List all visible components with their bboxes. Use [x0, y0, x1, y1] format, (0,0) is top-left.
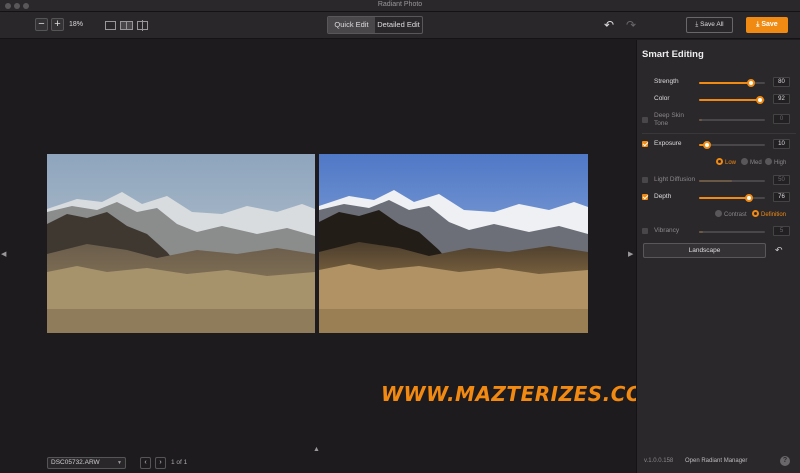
- title-bar: Radiant Photo: [0, 0, 800, 12]
- previous-image-button[interactable]: ‹: [140, 457, 151, 469]
- color-slider-handle[interactable]: [756, 96, 764, 104]
- exposure-label: Exposure: [654, 140, 682, 147]
- deep-skin-tone-slider[interactable]: [699, 119, 765, 121]
- app-window: Radiant Photo − + 18% Quick Edit Detaile…: [0, 0, 800, 473]
- depth-value[interactable]: 76: [773, 192, 790, 202]
- smart-editing-panel: Smart Editing Strength 80 Color 92 Deep …: [636, 40, 800, 473]
- depth-definition-radio[interactable]: Definition: [752, 210, 786, 219]
- open-radiant-manager-link[interactable]: Open Radiant Manager: [685, 458, 747, 464]
- image-pager: 1 of 1: [171, 459, 188, 466]
- exposure-slider-handle[interactable]: [703, 141, 711, 149]
- color-value[interactable]: 92: [773, 94, 790, 104]
- divider: [642, 133, 796, 134]
- version-text: v.1.0.0.158: [644, 458, 674, 464]
- exposure-value[interactable]: 10: [773, 139, 790, 149]
- vibrancy-slider[interactable]: [699, 231, 765, 233]
- zoom-level: 18%: [69, 21, 84, 28]
- edit-mode-switch: Quick Edit Detailed Edit: [327, 16, 423, 34]
- tab-quick-edit[interactable]: Quick Edit: [328, 17, 375, 33]
- preset-button[interactable]: Landscape: [643, 243, 766, 258]
- zoom-in-button[interactable]: +: [51, 18, 64, 31]
- strength-value[interactable]: 80: [773, 77, 790, 87]
- watermark-text: WWW.MAZTERIZES.COM: [381, 382, 664, 406]
- panel-title: Smart Editing: [642, 49, 704, 60]
- deep-skin-tone-checkbox[interactable]: [642, 117, 648, 123]
- next-image-button[interactable]: ›: [155, 457, 166, 469]
- save-all-button[interactable]: ⤓ Save All: [686, 17, 733, 33]
- color-label: Color: [654, 95, 670, 102]
- redo-icon[interactable]: ↷: [626, 18, 636, 32]
- exposure-slider[interactable]: [699, 141, 765, 149]
- after-image: [319, 154, 588, 333]
- tab-detailed-edit[interactable]: Detailed Edit: [375, 17, 422, 33]
- image-canvas: ◀ ▶ WWW.MAZTERIZES.COM ▲ DSC05732.ARW ▼ …: [0, 40, 663, 473]
- strength-slider-handle[interactable]: [747, 79, 755, 87]
- undo-icon[interactable]: ↶: [604, 18, 614, 32]
- reset-icon[interactable]: ↶: [775, 245, 783, 256]
- collapse-left-arrow-icon[interactable]: ◀: [1, 250, 6, 258]
- depth-slider[interactable]: [699, 194, 765, 202]
- side-by-side-view-icon[interactable]: [120, 21, 133, 30]
- split-view-icon[interactable]: [137, 20, 148, 31]
- zoom-out-button[interactable]: −: [35, 18, 48, 31]
- vibrancy-label: Vibrancy: [654, 227, 680, 234]
- chevron-down-icon: ▼: [117, 460, 122, 466]
- vibrancy-value[interactable]: 5: [773, 226, 790, 236]
- light-diffusion-label: Light Diffusion: [654, 176, 696, 183]
- single-view-icon[interactable]: [105, 21, 116, 30]
- exposure-high-radio[interactable]: High: [765, 158, 786, 167]
- light-diffusion-slider[interactable]: [699, 180, 765, 182]
- depth-slider-handle[interactable]: [745, 194, 753, 202]
- color-slider[interactable]: [699, 96, 765, 104]
- before-image: [47, 154, 315, 333]
- toolbar: − + 18% Quick Edit Detailed Edit ↶ ↷ ⤓ S…: [0, 12, 800, 39]
- expand-filmstrip-arrow-icon[interactable]: ▲: [313, 446, 320, 453]
- depth-checkbox[interactable]: [642, 194, 648, 200]
- strength-label: Strength: [654, 78, 679, 85]
- exposure-low-radio[interactable]: Low: [716, 158, 736, 167]
- deep-skin-tone-value[interactable]: 0: [773, 114, 790, 124]
- save-button[interactable]: ⤓ Save: [746, 17, 788, 33]
- file-select[interactable]: DSC05732.ARW ▼: [47, 457, 126, 469]
- light-diffusion-value[interactable]: 50: [773, 175, 790, 185]
- depth-contrast-radio[interactable]: Contrast: [715, 210, 747, 219]
- light-diffusion-checkbox[interactable]: [642, 177, 648, 183]
- window-title: Radiant Photo: [377, 1, 423, 8]
- deep-skin-tone-label: Deep Skin Tone: [654, 112, 684, 127]
- depth-label: Depth: [654, 193, 672, 200]
- vibrancy-checkbox[interactable]: [642, 228, 648, 234]
- exposure-med-radio[interactable]: Med: [741, 158, 762, 167]
- collapse-right-arrow-icon[interactable]: ▶: [628, 250, 633, 258]
- exposure-checkbox[interactable]: [642, 141, 648, 147]
- help-icon[interactable]: ?: [780, 456, 790, 466]
- strength-slider[interactable]: [699, 79, 765, 87]
